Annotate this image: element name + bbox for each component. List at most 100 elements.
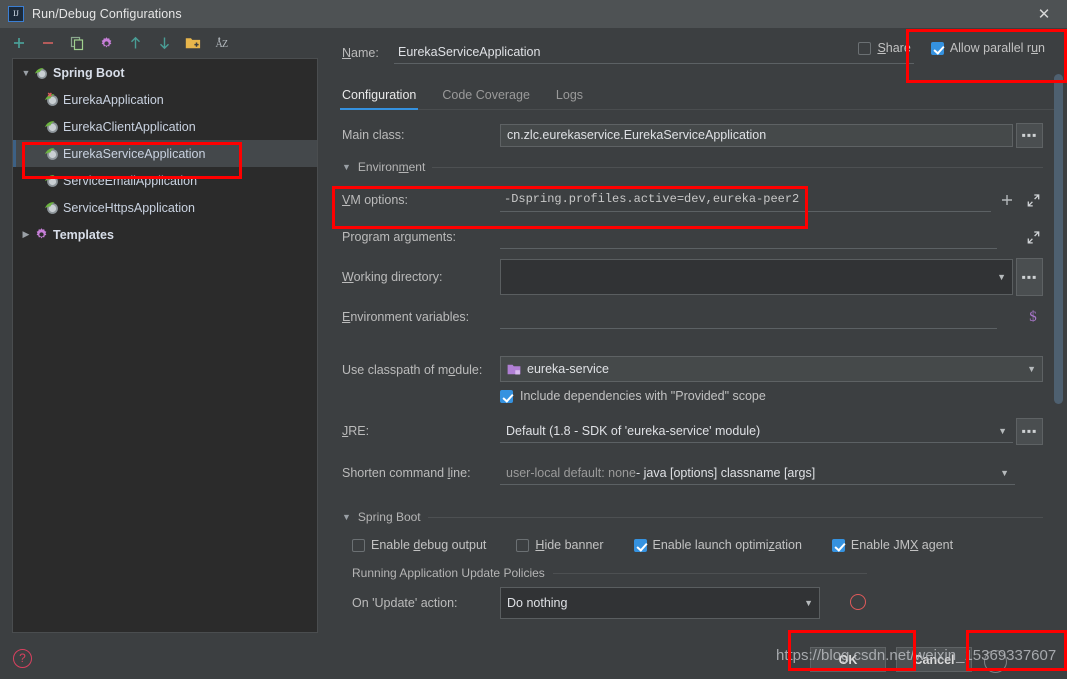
- tree-group-spring-boot[interactable]: ▼ Spring Boot: [13, 59, 317, 86]
- configuration-form: Main class: ▪▪▪ ▼ Environment VM options…: [330, 116, 1067, 639]
- jre-label: JRE:: [342, 424, 370, 438]
- run-debug-configurations-dialog: IJ Run/Debug Configurations ✕ A Z ▼ Spri…: [0, 0, 1067, 679]
- tree-item-label: EurekaServiceApplication: [63, 146, 206, 161]
- spring-boot-icon: [43, 119, 60, 135]
- include-provided-checkbox[interactable]: [500, 389, 513, 403]
- ellipsis-icon: ▪▪▪: [1021, 128, 1038, 142]
- close-icon[interactable]: ✕: [1033, 7, 1055, 22]
- on-update-action-combo[interactable]: Do nothing ▼: [500, 587, 820, 619]
- tab-logs[interactable]: Logs: [556, 88, 583, 109]
- spring-boot-section-header[interactable]: ▼ Spring Boot: [342, 504, 1067, 530]
- spring-boot-icon: [33, 65, 50, 81]
- tree-item-service-email-application[interactable]: ServiceEmailApplication: [13, 167, 317, 194]
- include-provided-row: Include dependencies with "Provided" sco…: [342, 382, 1067, 410]
- chevron-down-icon[interactable]: ▼: [342, 162, 351, 172]
- tree-group-label: Templates: [53, 227, 114, 242]
- enable-jmx-agent-checkbox[interactable]: Enable JMX agent: [831, 538, 953, 552]
- on-update-action-label: On 'Update' action:: [352, 596, 458, 610]
- chevron-down-icon[interactable]: ▼: [1000, 468, 1009, 478]
- allow-parallel-run-checkbox-label: Allow parallel run: [949, 41, 1045, 55]
- tree-item-eureka-application[interactable]: EurekaApplication: [13, 86, 317, 113]
- spring-boot-section-label: Spring Boot: [357, 510, 421, 524]
- vertical-scrollbar-thumb[interactable]: [1054, 74, 1063, 404]
- environment-section-header[interactable]: ▼ Environment: [342, 154, 1067, 180]
- use-classpath-of-module-label: Use classpath of module:: [342, 363, 483, 377]
- chevron-down-icon[interactable]: ▼: [998, 426, 1007, 436]
- folder-plus-icon[interactable]: [184, 34, 202, 52]
- shorten-command-line-row: Shorten command line: user-local default…: [342, 452, 1067, 494]
- vm-options-label: VM options:: [342, 193, 409, 207]
- section-divider: [552, 572, 867, 574]
- configurations-tree[interactable]: ▼ Spring Boot EurekaApplication EurekaCl…: [12, 58, 318, 633]
- working-directory-browse-button[interactable]: ▪▪▪: [1016, 258, 1043, 296]
- allow-parallel-run-checkbox[interactable]: Allow parallel run: [930, 41, 1045, 55]
- tab-code-coverage[interactable]: Code Coverage: [442, 88, 530, 109]
- hide-banner-checkbox[interactable]: Hide banner: [516, 538, 604, 552]
- program-arguments-expand-icon[interactable]: [1023, 227, 1043, 247]
- help-icon[interactable]: ?: [13, 649, 32, 668]
- enable-launch-optimization-checkbox[interactable]: Enable launch optimization: [633, 538, 802, 552]
- shorten-command-line-label: Shorten command line:: [342, 466, 471, 480]
- chevron-down-icon[interactable]: ▼: [19, 68, 33, 78]
- main-class-label: Main class:: [342, 128, 405, 142]
- jre-browse-button[interactable]: ▪▪▪: [1016, 417, 1043, 445]
- chevron-down-icon[interactable]: ▼: [342, 512, 351, 522]
- gear-icon: [33, 227, 50, 243]
- share-checkbox-box[interactable]: [858, 41, 872, 55]
- enable-jmx-agent-checkbox-box[interactable]: [831, 538, 845, 552]
- jre-combo[interactable]: Default (1.8 - SDK of 'eureka-service' m…: [500, 419, 1013, 443]
- enable-debug-output-checkbox-box[interactable]: [352, 538, 365, 552]
- program-arguments-row: Program arguments:: [342, 220, 1067, 254]
- gear-icon[interactable]: [97, 34, 115, 52]
- allow-parallel-run-checkbox-box[interactable]: [930, 41, 944, 55]
- arrow-up-icon[interactable]: [126, 34, 144, 52]
- configurations-toolbar: A Z: [0, 28, 330, 58]
- tree-item-label: EurekaClientApplication: [63, 119, 196, 134]
- vm-options-expand-icon[interactable]: [1023, 190, 1043, 210]
- working-directory-combo[interactable]: ▼: [500, 259, 1013, 295]
- chevron-down-icon[interactable]: ▼: [804, 598, 813, 608]
- ok-button[interactable]: OK: [810, 647, 886, 672]
- vm-options-add-button[interactable]: [997, 190, 1017, 210]
- tree-item-label: ServiceHttpsApplication: [63, 200, 196, 215]
- dollar-icon[interactable]: $: [1023, 307, 1043, 327]
- update-policies-label: Running Application Update Policies: [352, 566, 545, 580]
- sort-alphabetically-icon[interactable]: A Z: [213, 34, 231, 52]
- spring-boot-icon: [43, 173, 60, 189]
- remove-configuration-button[interactable]: [39, 34, 57, 52]
- dialog-body: A Z ▼ Spring Boot EurekaApplication Eure…: [0, 28, 1067, 639]
- chevron-down-icon[interactable]: ▼: [1027, 364, 1036, 374]
- main-class-browse-button[interactable]: ▪▪▪: [1016, 122, 1043, 148]
- name-input[interactable]: [394, 42, 914, 64]
- environment-variables-row: Environment variables: $: [342, 300, 1067, 334]
- tree-group-templates[interactable]: ▶ Templates: [13, 221, 317, 248]
- share-options: Share Allow parallel run: [858, 41, 1045, 55]
- environment-variables-label: Environment variables:: [342, 310, 470, 324]
- title-bar: IJ Run/Debug Configurations ✕: [0, 0, 1067, 28]
- share-checkbox[interactable]: Share: [858, 41, 911, 55]
- add-configuration-button[interactable]: [10, 34, 28, 52]
- tree-item-eureka-service-application[interactable]: EurekaServiceApplication: [13, 140, 317, 167]
- use-classpath-of-module-value: eureka-service: [527, 362, 609, 376]
- shorten-command-line-combo[interactable]: user-local default: none - java [options…: [500, 461, 1015, 485]
- cancel-button[interactable]: Cancel: [896, 647, 972, 672]
- arrow-down-icon[interactable]: [155, 34, 173, 52]
- working-directory-label: Working directory:: [342, 270, 443, 284]
- enable-debug-output-checkbox[interactable]: Enable debug output: [352, 538, 486, 552]
- tree-item-service-https-application[interactable]: ServiceHttpsApplication: [13, 194, 317, 221]
- main-class-input[interactable]: [500, 123, 1013, 147]
- enable-launch-optimization-checkbox-box[interactable]: [633, 538, 647, 552]
- program-arguments-input[interactable]: [500, 225, 997, 249]
- use-classpath-of-module-combo[interactable]: eureka-service ▼: [500, 356, 1043, 382]
- vm-options-input[interactable]: [500, 188, 991, 212]
- hide-banner-checkbox-box[interactable]: [516, 538, 530, 552]
- share-checkbox-label: Share: [877, 41, 911, 55]
- chevron-right-icon[interactable]: ▶: [19, 229, 33, 240]
- environment-variables-input[interactable]: [500, 305, 997, 329]
- tab-configuration[interactable]: Configuration: [339, 88, 419, 110]
- tree-item-eureka-client-application[interactable]: EurekaClientApplication: [13, 113, 317, 140]
- spring-boot-icon: [43, 200, 60, 216]
- copy-configuration-button[interactable]: [68, 34, 86, 52]
- chevron-down-icon[interactable]: ▼: [997, 272, 1006, 282]
- configurations-panel: A Z ▼ Spring Boot EurekaApplication Eure…: [0, 28, 330, 639]
